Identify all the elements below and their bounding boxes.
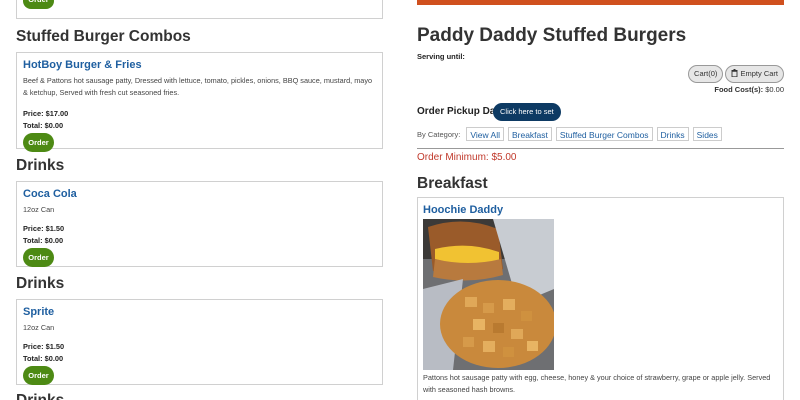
order-button[interactable]: Order xyxy=(23,248,54,267)
section-heading: Drinks xyxy=(16,157,65,174)
menu-item-card: Hoochie Daddy Pattons hot sausage patty … xyxy=(417,197,784,400)
cart-controls: Cart(0) Empty Cart xyxy=(688,65,784,83)
set-pickup-day-button[interactable]: Click here to set xyxy=(493,103,561,121)
restaurant-title: Paddy Daddy Stuffed Burgers xyxy=(417,25,687,46)
order-button[interactable]: Order xyxy=(23,366,54,385)
item-name[interactable]: Hoochie Daddy xyxy=(423,204,778,216)
item-total: Total: $0.00 xyxy=(23,121,64,130)
menu-item-card: Sprite 12oz Can Price: $1.50 Total: $0.0… xyxy=(16,299,383,385)
empty-cart-button[interactable]: Empty Cart xyxy=(725,65,784,83)
divider xyxy=(417,148,784,149)
menu-item-card: Coca Cola 12oz Can Price: $1.50 Total: $… xyxy=(16,181,383,267)
category-view-all[interactable]: View All xyxy=(466,127,504,141)
order-button[interactable]: Order xyxy=(23,133,54,152)
previous-item-card: Order xyxy=(16,0,383,19)
category-sides[interactable]: Sides xyxy=(692,127,722,141)
pickup-day-label: Order Pickup Day: xyxy=(417,106,505,117)
category-label: By Category: xyxy=(417,129,461,139)
item-name[interactable]: HotBoy Burger & Fries xyxy=(23,59,377,71)
item-name[interactable]: Coca Cola xyxy=(23,188,377,200)
item-price: Price: $1.50 xyxy=(23,342,65,351)
item-total: Total: $0.00 xyxy=(23,354,64,363)
item-price: Price: $17.00 xyxy=(23,109,69,118)
food-cost: Food Cost(s): $0.00 xyxy=(714,85,784,94)
food-cost-label: Food Cost(s): xyxy=(714,85,764,94)
food-cost-value: $0.00 xyxy=(765,85,784,94)
section-heading: Drinks xyxy=(16,392,64,400)
serving-until: Serving until: xyxy=(417,52,465,61)
trash-icon xyxy=(731,69,738,78)
item-description: Pattons hot sausage patty with egg, chee… xyxy=(423,373,771,394)
section-heading: Breakfast xyxy=(417,175,488,192)
order-button[interactable]: Order xyxy=(23,0,54,9)
empty-cart-label: Empty Cart xyxy=(740,69,778,78)
section-heading: Drinks xyxy=(16,275,65,292)
food-photo-illustration xyxy=(423,219,554,370)
category-stuffed-burger-combos[interactable]: Stuffed Burger Combos xyxy=(555,127,653,141)
category-filter: By Category: View All Breakfast Stuffed … xyxy=(417,127,722,141)
header-bar xyxy=(417,0,784,5)
item-description: Beef & Pattons hot sausage patty, Dresse… xyxy=(23,76,373,97)
item-description: 12oz Can xyxy=(23,205,55,214)
section-heading: Stuffed Burger Combos xyxy=(16,28,191,45)
item-description: 12oz Can xyxy=(23,323,55,332)
menu-item-card: HotBoy Burger & Fries Beef & Pattons hot… xyxy=(16,52,383,152)
category-breakfast[interactable]: Breakfast xyxy=(507,127,552,141)
category-drinks[interactable]: Drinks xyxy=(656,127,689,141)
item-photo[interactable] xyxy=(423,219,554,370)
order-minimum: Order Minimum: $5.00 xyxy=(417,152,517,163)
item-name[interactable]: Sprite xyxy=(23,306,377,318)
item-total: Total: $0.00 xyxy=(23,236,64,245)
cart-button[interactable]: Cart(0) xyxy=(688,65,724,83)
item-price: Price: $1.50 xyxy=(23,224,65,233)
